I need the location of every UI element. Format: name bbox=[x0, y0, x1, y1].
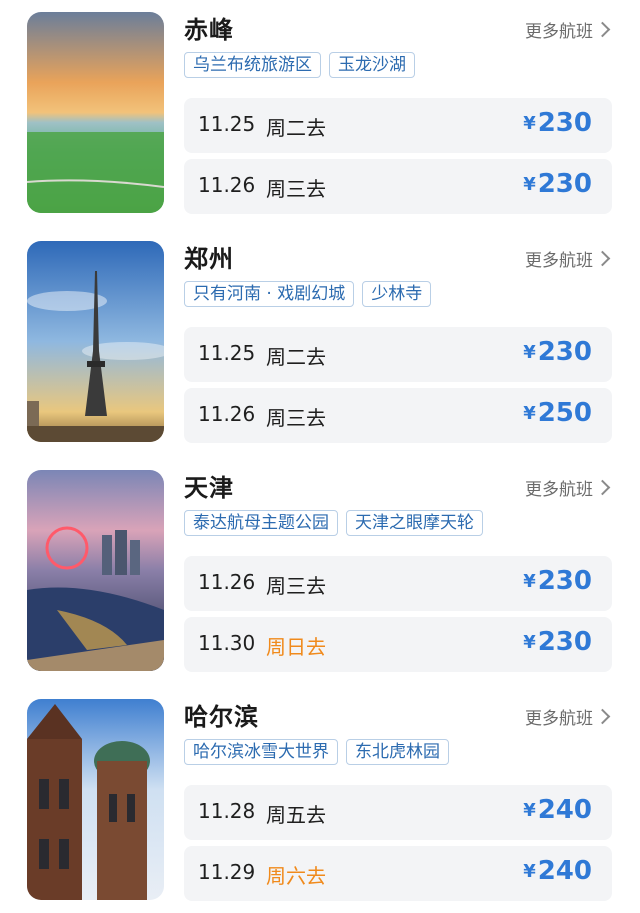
price-value: 250 bbox=[537, 398, 592, 428]
flight-date: 11.26 bbox=[198, 173, 256, 197]
currency-symbol: ¥ bbox=[523, 113, 536, 134]
flight-price: ¥230 bbox=[523, 337, 592, 367]
attraction-tags: 泰达航母主题公园 天津之眼摩天轮 bbox=[184, 510, 483, 536]
flight-row[interactable]: 11.26 周三去 ¥230 bbox=[184, 159, 612, 214]
flight-date: 11.25 bbox=[198, 112, 256, 136]
flight-row[interactable]: 11.25 周二去 ¥230 bbox=[184, 327, 612, 382]
flight-date: 11.29 bbox=[198, 860, 256, 884]
attraction-tags: 哈尔滨冰雪大世界 东北虎林园 bbox=[184, 739, 449, 765]
currency-symbol: ¥ bbox=[523, 174, 536, 195]
attraction-tag[interactable]: 玉龙沙湖 bbox=[329, 52, 415, 78]
price-value: 230 bbox=[537, 337, 592, 367]
flight-day: 周三去 bbox=[266, 177, 326, 201]
flight-row[interactable]: 11.28 周五去 ¥240 bbox=[184, 785, 612, 840]
city-name: 天津 bbox=[184, 474, 234, 502]
flight-price: ¥230 bbox=[523, 566, 592, 596]
flight-row[interactable]: 11.26 周三去 ¥230 bbox=[184, 556, 612, 611]
more-flights-label: 更多航班 bbox=[525, 480, 593, 500]
price-value: 230 bbox=[537, 627, 592, 657]
attraction-tag[interactable]: 泰达航母主题公园 bbox=[184, 510, 338, 536]
city-name: 赤峰 bbox=[184, 16, 234, 44]
flight-date: 11.28 bbox=[198, 799, 256, 823]
flight-price: ¥230 bbox=[523, 169, 592, 199]
attraction-tag[interactable]: 只有河南 · 戏剧幻城 bbox=[184, 281, 355, 307]
more-flights-label: 更多航班 bbox=[525, 22, 593, 42]
flight-row[interactable]: 11.26 周三去 ¥250 bbox=[184, 388, 612, 443]
destination-card[interactable]: 赤峰 更多航班 乌兰布统旅游区 玉龙沙湖 11.25 周二去 ¥230 11.2… bbox=[0, 12, 640, 217]
flight-date: 11.26 bbox=[198, 570, 256, 594]
flight-row[interactable]: 11.29 周六去 ¥240 bbox=[184, 846, 612, 901]
flight-date: 11.26 bbox=[198, 402, 256, 426]
attraction-tag[interactable]: 东北虎林园 bbox=[346, 739, 449, 765]
price-value: 230 bbox=[537, 169, 592, 199]
flight-day: 周三去 bbox=[266, 406, 326, 430]
flight-price: ¥230 bbox=[523, 108, 592, 138]
more-flights-label: 更多航班 bbox=[525, 709, 593, 729]
attraction-tags: 只有河南 · 戏剧幻城 少林寺 bbox=[184, 281, 432, 307]
flight-price: ¥240 bbox=[523, 856, 592, 886]
price-value: 240 bbox=[537, 795, 592, 825]
chevron-right-icon bbox=[594, 708, 611, 725]
attraction-tags: 乌兰布统旅游区 玉龙沙湖 bbox=[184, 52, 415, 78]
city-name: 哈尔滨 bbox=[184, 703, 259, 731]
more-flights-link[interactable]: 更多航班 bbox=[525, 17, 611, 42]
flight-price: ¥240 bbox=[523, 795, 592, 825]
flight-day: 周二去 bbox=[266, 116, 326, 140]
currency-symbol: ¥ bbox=[523, 800, 536, 821]
flight-day: 周六去 bbox=[266, 864, 326, 888]
price-value: 230 bbox=[537, 566, 592, 596]
currency-symbol: ¥ bbox=[523, 571, 536, 592]
more-flights-label: 更多航班 bbox=[525, 251, 593, 271]
currency-symbol: ¥ bbox=[523, 403, 536, 424]
flight-date: 11.30 bbox=[198, 631, 256, 655]
attraction-tag[interactable]: 乌兰布统旅游区 bbox=[184, 52, 321, 78]
destination-photo[interactable] bbox=[27, 470, 164, 671]
flight-day: 周五去 bbox=[266, 803, 326, 827]
flight-price: ¥250 bbox=[523, 398, 592, 428]
destination-photo[interactable] bbox=[27, 241, 164, 442]
destination-list: 赤峰 更多航班 乌兰布统旅游区 玉龙沙湖 11.25 周二去 ¥230 11.2… bbox=[0, 0, 640, 913]
attraction-tag[interactable]: 天津之眼摩天轮 bbox=[346, 510, 483, 536]
more-flights-link[interactable]: 更多航班 bbox=[525, 704, 611, 729]
attraction-tag[interactable]: 哈尔滨冰雪大世界 bbox=[184, 739, 338, 765]
chevron-right-icon bbox=[594, 250, 611, 267]
city-name: 郑州 bbox=[184, 245, 234, 273]
chevron-right-icon bbox=[594, 479, 611, 496]
flight-row[interactable]: 11.30 周日去 ¥230 bbox=[184, 617, 612, 672]
more-flights-link[interactable]: 更多航班 bbox=[525, 246, 611, 271]
destination-card[interactable]: 郑州 更多航班 只有河南 · 戏剧幻城 少林寺 11.25 周二去 ¥230 1… bbox=[0, 241, 640, 446]
price-value: 240 bbox=[537, 856, 592, 886]
currency-symbol: ¥ bbox=[523, 861, 536, 882]
destination-card[interactable]: 天津 更多航班 泰达航母主题公园 天津之眼摩天轮 11.26 周三去 ¥230 … bbox=[0, 470, 640, 675]
flight-price: ¥230 bbox=[523, 627, 592, 657]
flight-day: 周日去 bbox=[266, 635, 326, 659]
flight-row[interactable]: 11.25 周二去 ¥230 bbox=[184, 98, 612, 153]
price-value: 230 bbox=[537, 108, 592, 138]
flight-day: 周三去 bbox=[266, 574, 326, 598]
currency-symbol: ¥ bbox=[523, 342, 536, 363]
more-flights-link[interactable]: 更多航班 bbox=[525, 475, 611, 500]
chevron-right-icon bbox=[594, 21, 611, 38]
destination-photo[interactable] bbox=[27, 699, 164, 900]
flight-day: 周二去 bbox=[266, 345, 326, 369]
destination-card[interactable]: 哈尔滨 更多航班 哈尔滨冰雪大世界 东北虎林园 11.28 周五去 ¥240 1… bbox=[0, 699, 640, 904]
destination-photo[interactable] bbox=[27, 12, 164, 213]
flight-date: 11.25 bbox=[198, 341, 256, 365]
currency-symbol: ¥ bbox=[523, 632, 536, 653]
attraction-tag[interactable]: 少林寺 bbox=[362, 281, 432, 307]
